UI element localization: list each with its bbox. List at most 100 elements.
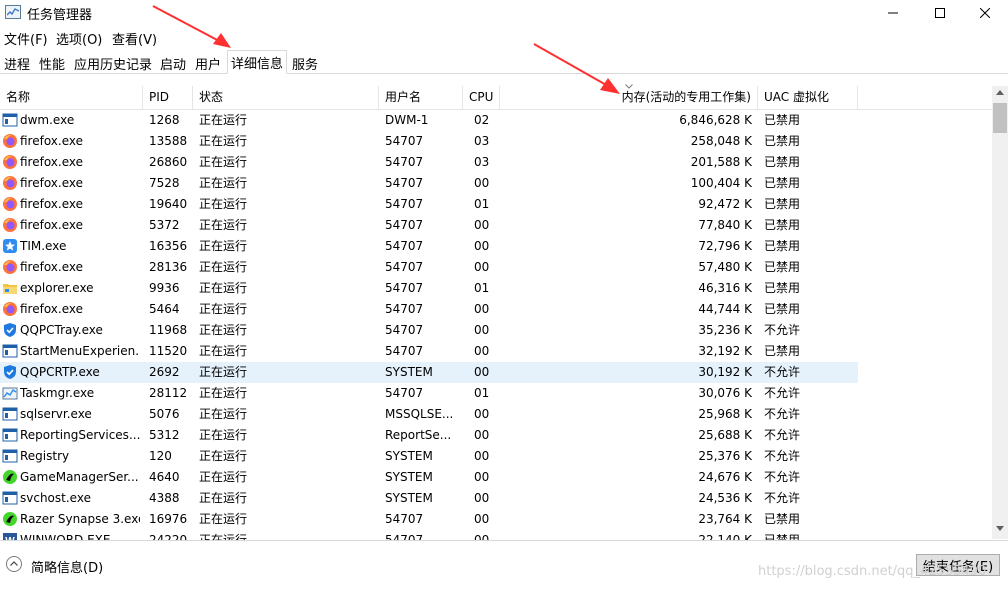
process-cpu: 01 [474, 197, 490, 211]
process-user: 54707 [385, 323, 424, 337]
process-uac: 已禁用 [764, 134, 801, 148]
process-cpu: 00 [474, 260, 490, 274]
table-row[interactable]: GameManagerSer... 4640 正在运行 SYSTEM 00 24,676 … [0, 467, 858, 488]
process-uac: 已禁用 [764, 533, 801, 540]
close-button[interactable] [962, 0, 1008, 26]
window-icon [2, 448, 18, 464]
menu-options[interactable]: 选项(O) [56, 29, 102, 48]
menu-file[interactable]: 文件(F) [4, 29, 48, 48]
folder-icon [2, 280, 18, 296]
process-memory: 92,472 K [698, 197, 752, 211]
table-row[interactable]: firefox.exe 5464 正在运行 54707 00 44,744 K 已禁用 [0, 299, 858, 320]
process-memory: 30,192 K [698, 365, 752, 379]
vertical-scrollbar[interactable] [992, 86, 1008, 539]
process-uac: 已禁用 [764, 155, 801, 169]
process-status: 正在运行 [199, 491, 248, 505]
process-pid: 5464 [149, 302, 180, 316]
process-cpu: 01 [474, 386, 490, 400]
watermark-text: https://blog.csdn.net/qq_42555490 [758, 564, 987, 579]
process-status: 正在运行 [199, 239, 248, 253]
table-row[interactable]: Taskmgr.exe 28112 正在运行 54707 01 30,076 K 不允许 [0, 383, 858, 404]
firefox-icon [2, 301, 18, 317]
tab-users[interactable]: 用户 [193, 53, 223, 73]
process-uac: 已禁用 [764, 218, 801, 232]
process-memory: 46,316 K [698, 281, 752, 295]
process-name: firefox.exe [20, 218, 84, 232]
table-row[interactable]: ReportingServices.... 5312 正在运行 ReportSe...… [0, 425, 858, 446]
table-row[interactable]: firefox.exe 7528 正在运行 54707 00 100,404 K 已禁用 [0, 173, 858, 194]
tab-performance[interactable]: 性能 [37, 53, 67, 73]
table-row[interactable]: QQPCRTP.exe 2692 正在运行 SYSTEM 00 30,192 K 不允许 [0, 362, 858, 383]
fewer-details-link[interactable]: 简略信息(D) [31, 557, 103, 576]
table-row[interactable]: StartMenuExperien... 11520 正在运行 54707 00 32,1… [0, 341, 858, 362]
collapse-chevron-icon[interactable] [6, 556, 22, 572]
table-row[interactable]: firefox.exe 28136 正在运行 54707 00 57,480 K 已禁用 [0, 257, 858, 278]
process-status: 正在运行 [199, 428, 248, 442]
table-row[interactable]: dwm.exe 1268 正在运行 DWM-1 02 6,846,628 K 已禁用 [0, 110, 858, 131]
task-manager-icon [2, 385, 18, 401]
process-name: QQPCRTP.exe [20, 365, 100, 379]
table-row[interactable]: TIM.exe 16356 正在运行 54707 00 72,796 K 已禁用 [0, 236, 858, 257]
process-cpu: 00 [474, 407, 490, 421]
window-title: 任务管理器 [27, 8, 93, 23]
firefox-icon [2, 217, 18, 233]
process-user: 54707 [385, 302, 424, 316]
table-row[interactable]: explorer.exe 9936 正在运行 54707 01 46,316 K 已禁用 [0, 278, 858, 299]
task-manager-icon [5, 5, 21, 19]
close-icon [980, 8, 990, 18]
process-status: 正在运行 [199, 260, 248, 274]
scroll-down-icon[interactable] [996, 526, 1004, 531]
maximize-button[interactable] [917, 0, 963, 26]
process-user: 54707 [385, 281, 424, 295]
column-header-user[interactable]: 用户名 [379, 86, 463, 109]
process-pid: 26860 [149, 155, 188, 169]
table-row[interactable]: firefox.exe 26860 正在运行 54707 03 201,588 K 已禁用 [0, 152, 858, 173]
process-status: 正在运行 [199, 113, 248, 127]
minimize-button[interactable] [870, 0, 916, 26]
process-pid: 2692 [149, 365, 180, 379]
scrollbar-thumb[interactable] [993, 103, 1007, 133]
column-header-cpu[interactable]: CPU [463, 86, 500, 109]
tab-services[interactable]: 服务 [290, 53, 320, 73]
tab-startup[interactable]: 启动 [158, 53, 188, 73]
table-row[interactable]: firefox.exe 13588 正在运行 54707 03 258,048 K 已禁用 [0, 131, 858, 152]
table-row[interactable]: svchost.exe 4388 正在运行 SYSTEM 00 24,536 K 不允许 [0, 488, 858, 509]
process-status: 正在运行 [199, 344, 248, 358]
process-user: SYSTEM [385, 449, 433, 463]
process-status: 正在运行 [199, 533, 248, 540]
column-header-uac[interactable]: UAC 虚拟化 [758, 86, 858, 109]
process-pid: 16356 [149, 239, 188, 253]
process-pid: 13588 [149, 134, 188, 148]
window-icon [2, 406, 18, 422]
column-header-pid[interactable]: PID [143, 86, 193, 109]
table-row[interactable]: WWINWORD.EXE 24220 正在运行 54707 00 22,140 K 已禁用 [0, 530, 858, 540]
process-cpu: 00 [474, 239, 490, 253]
menu-view[interactable]: 查看(V) [112, 29, 157, 48]
table-row[interactable]: sqlservr.exe 5076 正在运行 MSSQLSE... 00 25,968 K… [0, 404, 858, 425]
process-name: dwm.exe [20, 113, 75, 127]
process-pid: 16976 [149, 512, 188, 526]
process-user: DWM-1 [385, 113, 429, 127]
tab-processes[interactable]: 进程 [2, 53, 32, 73]
table-row[interactable]: Registry 120 正在运行 SYSTEM 00 25,376 K 不允许 [0, 446, 858, 467]
table-row[interactable]: Razer Synapse 3.exe 16976 正在运行 54707 00 23,76… [0, 509, 858, 530]
tab-details[interactable]: 详细信息 [227, 50, 287, 74]
window-icon [2, 343, 18, 359]
column-header-memory[interactable]: 内存(活动的专用工作集) [500, 86, 758, 109]
table-row[interactable]: firefox.exe 19640 正在运行 54707 01 92,472 K 已禁用 [0, 194, 858, 215]
process-uac: 已禁用 [764, 239, 801, 253]
process-memory: 22,140 K [698, 533, 752, 540]
tab-app-history[interactable]: 应用历史记录 [72, 53, 154, 73]
scroll-up-icon[interactable] [996, 90, 1004, 95]
process-memory: 25,968 K [698, 407, 752, 421]
process-name: explorer.exe [20, 281, 94, 295]
process-name: sqlservr.exe [20, 407, 92, 421]
table-row[interactable]: QQPCTray.exe 11968 正在运行 54707 00 35,236 K 不允许 [0, 320, 858, 341]
process-uac: 不允许 [764, 323, 801, 337]
column-header-name[interactable]: 名称 [0, 86, 143, 109]
table-row[interactable]: firefox.exe 5372 正在运行 54707 00 77,840 K 已禁用 [0, 215, 858, 236]
process-cpu: 00 [474, 302, 490, 316]
process-cpu: 00 [474, 491, 490, 505]
column-header-status[interactable]: 状态 [193, 86, 379, 109]
process-name: Registry [20, 449, 70, 463]
